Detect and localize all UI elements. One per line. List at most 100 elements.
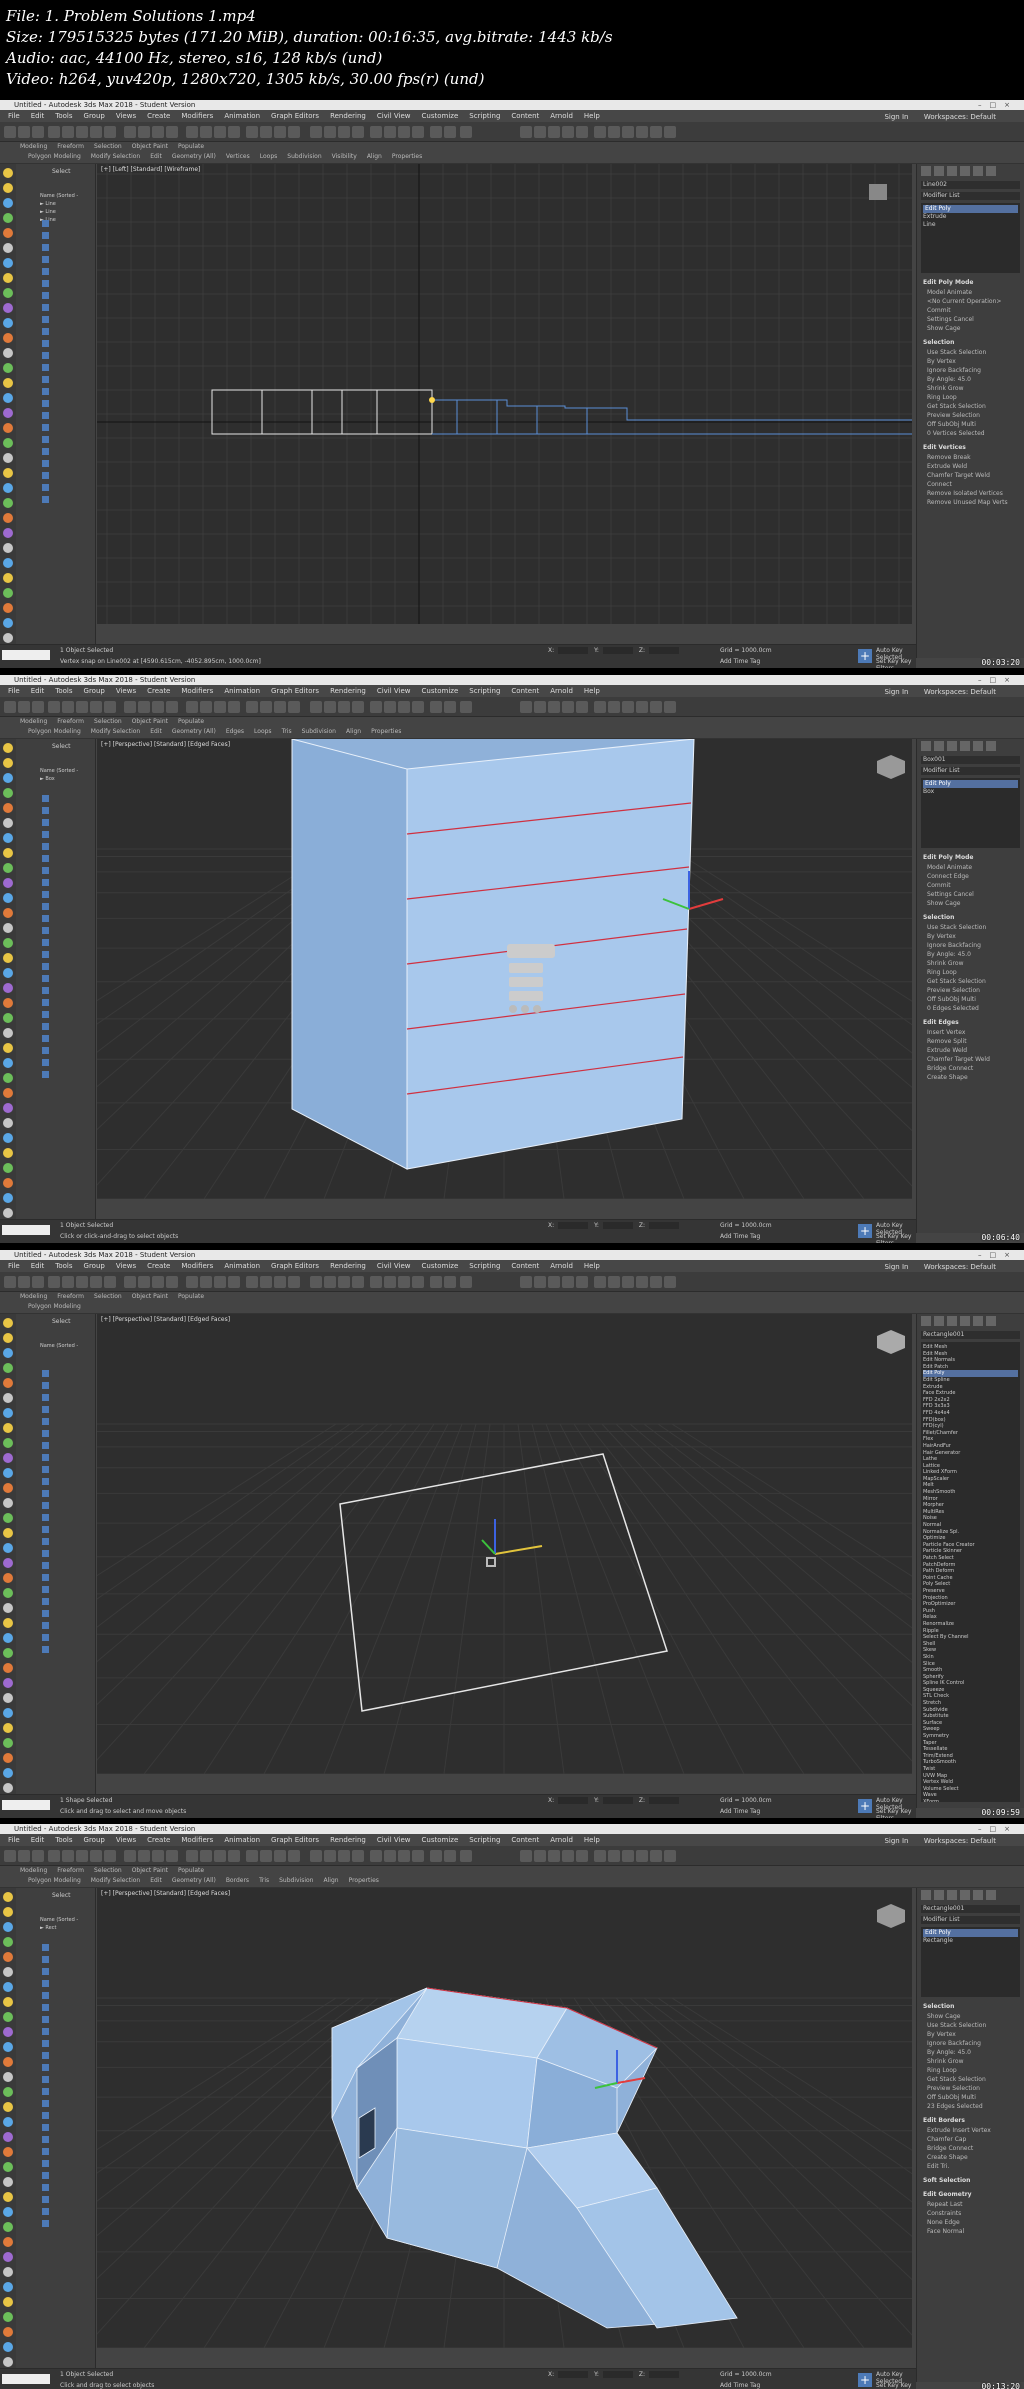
- viewport-label[interactable]: [+] [Perspective] [Standard] [Edged Face…: [101, 1890, 230, 1897]
- menu-arnold[interactable]: Arnold: [550, 1834, 573, 1846]
- create-tool-icon-2[interactable]: [3, 773, 13, 783]
- toolbar-button-14[interactable]: [214, 1276, 226, 1288]
- modifier-stack-item[interactable]: Box: [923, 788, 1018, 796]
- create-tool-icon-17[interactable]: [3, 2147, 13, 2157]
- modifier-stack-item[interactable]: Extrude: [923, 213, 1018, 221]
- rollout-control[interactable]: Preview Selection: [927, 987, 1014, 995]
- modifier-stack[interactable]: Edit Poly Box: [921, 778, 1020, 848]
- viewport-label[interactable]: [+] [Perspective] [Standard] [Edged Face…: [101, 1316, 230, 1323]
- rollout-control[interactable]: Connect: [927, 481, 1014, 489]
- create-tool-icon-31[interactable]: [3, 633, 13, 643]
- create-tool-icon-16[interactable]: [3, 2132, 13, 2142]
- create-tool-icon-27[interactable]: [3, 1723, 13, 1733]
- rollout-header[interactable]: Edit Edges: [923, 1019, 1018, 1027]
- toolbar-button-3[interactable]: [48, 701, 60, 713]
- toolbar-button-38[interactable]: [622, 1276, 634, 1288]
- command-panel-tabs[interactable]: [921, 1316, 1020, 1328]
- menu-content[interactable]: Content: [511, 1260, 539, 1272]
- toolbar-button-15[interactable]: [228, 1276, 240, 1288]
- create-tool-icon-23[interactable]: [3, 513, 13, 523]
- toolbar-button-17[interactable]: [260, 1276, 272, 1288]
- set-key-button[interactable]: Set Key Key Filters...: [876, 658, 916, 668]
- toolbar-button-41[interactable]: [664, 701, 676, 713]
- toolbar-button-10[interactable]: [152, 1850, 164, 1862]
- menu-civil-view[interactable]: Civil View: [377, 1260, 411, 1272]
- create-tool-icon-29[interactable]: [3, 603, 13, 613]
- ribbon-tab[interactable]: Object Paint: [132, 1867, 168, 1874]
- toolbar-button-18[interactable]: [274, 126, 286, 138]
- create-tool-icon-11[interactable]: [3, 333, 13, 343]
- toolbar-button-36[interactable]: [594, 1276, 606, 1288]
- toolbar-button-5[interactable]: [76, 1850, 88, 1862]
- workspaces-dropdown[interactable]: Workspaces: Default: [924, 111, 996, 122]
- ribbon-panel[interactable]: Vertices: [226, 153, 250, 160]
- rollout-control[interactable]: 0 Vertices Selected: [927, 430, 1014, 438]
- rollout-control[interactable]: Connect Edge: [927, 873, 1014, 881]
- create-tool-icon-26[interactable]: [3, 1133, 13, 1143]
- rollout-control[interactable]: Shrink Grow: [927, 385, 1014, 393]
- rollout-control[interactable]: By Angle: 45.0: [927, 376, 1014, 384]
- signin-workspaces[interactable]: Sign In Workspaces: Default: [884, 686, 1007, 697]
- modifier-option[interactable]: Taper: [923, 1740, 1018, 1747]
- modifier-option[interactable]: FFD(box): [923, 1417, 1018, 1424]
- toolbar-button-31[interactable]: [520, 1850, 532, 1862]
- modifier-option[interactable]: Extrude: [923, 1384, 1018, 1391]
- create-tool-icon-8[interactable]: [3, 288, 13, 298]
- rollout-control[interactable]: Remove Unused Map Verts: [927, 499, 1014, 507]
- create-tool-icon-21[interactable]: [3, 483, 13, 493]
- toolbar-button-36[interactable]: [594, 126, 606, 138]
- menu-file[interactable]: File: [8, 685, 20, 697]
- rollout-control[interactable]: By Angle: 45.0: [927, 951, 1014, 959]
- ribbon-tab[interactable]: Modeling: [20, 718, 47, 725]
- toolbar-button-12[interactable]: [186, 126, 198, 138]
- rollout-control[interactable]: Ring Loop: [927, 2067, 1014, 2075]
- signin-workspaces[interactable]: Sign In Workspaces: Default: [884, 111, 1007, 122]
- toolbar-button-32[interactable]: [534, 1850, 546, 1862]
- create-tool-icon-19[interactable]: [3, 1028, 13, 1038]
- menu-rendering[interactable]: Rendering: [330, 685, 366, 697]
- create-tool-icon-16[interactable]: [3, 983, 13, 993]
- viewcube-icon[interactable]: [877, 755, 905, 779]
- toolbar-button-20[interactable]: [310, 701, 322, 713]
- toolbar-button-4[interactable]: [62, 1276, 74, 1288]
- toolbar-button-23[interactable]: [352, 126, 364, 138]
- maxscript-listener[interactable]: [2, 1800, 50, 1810]
- rollout-control[interactable]: Chamfer Cap: [927, 2136, 1014, 2144]
- scene-explorer-filters[interactable]: [42, 1370, 50, 1750]
- menu-tools[interactable]: Tools: [55, 685, 72, 697]
- selected-shape[interactable]: [432, 399, 912, 435]
- toolbar-button-1[interactable]: [18, 1850, 30, 1862]
- toolbar-button-35[interactable]: [576, 1850, 588, 1862]
- viewport-label[interactable]: [+] [Left] [Standard] [Wireframe]: [101, 166, 200, 173]
- scene-tree-item[interactable]: ► Line: [40, 208, 78, 216]
- create-tool-icon-17[interactable]: [3, 423, 13, 433]
- toolbar-button-14[interactable]: [214, 1850, 226, 1862]
- workspaces-dropdown[interactable]: Workspaces: Default: [924, 1835, 996, 1846]
- add-icon[interactable]: +: [858, 649, 872, 663]
- modifier-option[interactable]: Normal: [923, 1522, 1018, 1529]
- ribbon-tab[interactable]: Object Paint: [132, 718, 168, 725]
- toolbar-button-16[interactable]: [246, 701, 258, 713]
- create-tool-icon-28[interactable]: [3, 2312, 13, 2322]
- modifier-option[interactable]: Normalize Spl.: [923, 1529, 1018, 1536]
- ribbon-panel[interactable]: Polygon Modeling: [28, 1877, 81, 1884]
- modifier-option[interactable]: Sweep: [923, 1726, 1018, 1733]
- ribbon-panel[interactable]: Subdivision: [302, 728, 336, 735]
- toolbar-button-3[interactable]: [48, 1276, 60, 1288]
- create-tool-icon-10[interactable]: [3, 318, 13, 328]
- set-key-button[interactable]: Set Key Key Filters...: [876, 1233, 916, 1243]
- rollout-control[interactable]: Use Stack Selection: [927, 349, 1014, 357]
- modifier-option[interactable]: FFD 2x2x2: [923, 1397, 1018, 1404]
- toolbar-button-37[interactable]: [608, 126, 620, 138]
- menu-tools[interactable]: Tools: [55, 110, 72, 122]
- viewport-canvas[interactable]: [97, 1314, 912, 1774]
- toolbar-button-4[interactable]: [62, 126, 74, 138]
- menu-civil-view[interactable]: Civil View: [377, 685, 411, 697]
- menu-arnold[interactable]: Arnold: [550, 1260, 573, 1272]
- maxscript-listener[interactable]: [2, 2374, 50, 2384]
- toolbar-button-24[interactable]: [370, 1850, 382, 1862]
- menu-content[interactable]: Content: [511, 685, 539, 697]
- menu-scripting[interactable]: Scripting: [469, 1260, 500, 1272]
- create-tool-icon-4[interactable]: [3, 228, 13, 238]
- sign-in-button[interactable]: Sign In: [884, 1261, 908, 1272]
